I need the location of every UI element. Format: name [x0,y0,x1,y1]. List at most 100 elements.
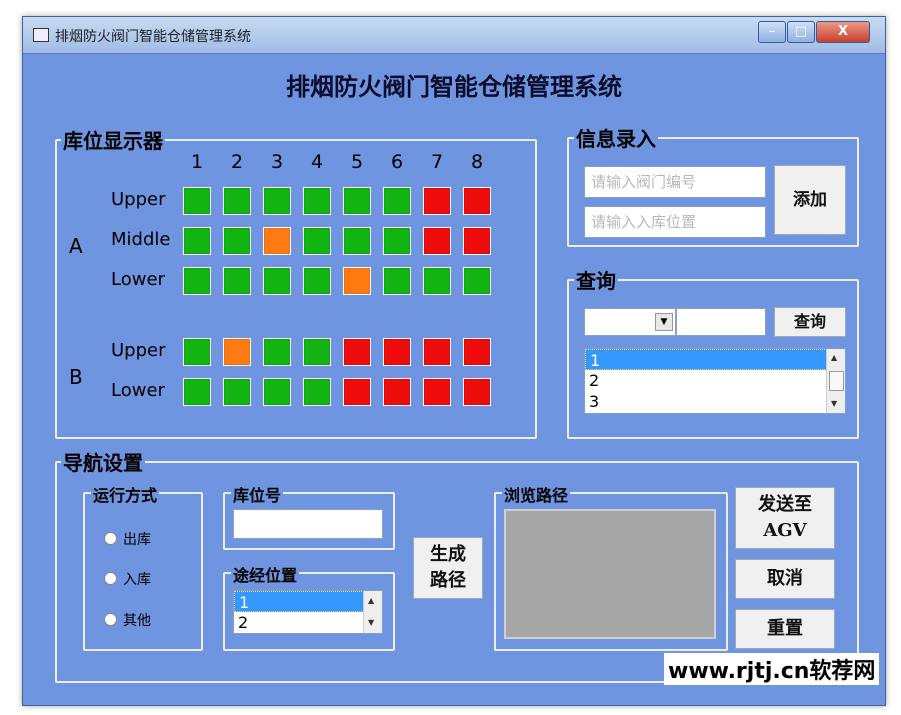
column-number: 3 [270,151,284,173]
scroll-thumb[interactable] [829,371,844,391]
storage-slot-B-upper-7[interactable] [423,338,451,366]
column-number: 1 [190,151,204,173]
storage-slot-A-middle-5[interactable] [343,227,371,255]
app-icon [33,28,49,42]
storage-slot-A-lower-8[interactable] [463,267,491,295]
waypoints-scrollbar[interactable]: ▲ ▼ [363,591,382,633]
scroll-down-icon[interactable]: ▼ [831,399,837,408]
reset-button[interactable]: 重置 [735,609,835,649]
row-label: Upper [111,189,166,210]
send-to-agv-line2: AGV [763,520,807,541]
storage-slot-A-upper-6[interactable] [383,187,411,215]
watermark: www.rjtj.cn软荐网 [664,653,880,685]
storage-slot-A-lower-7[interactable] [423,267,451,295]
minimize-button[interactable]: – [758,21,786,43]
storage-slot-A-middle-3[interactable] [263,227,291,255]
scroll-down-icon[interactable]: ▼ [368,618,374,627]
storage-slot-B-lower-4[interactable] [303,378,331,406]
radio-other-label: 其他 [123,613,151,629]
add-button[interactable]: 添加 [774,165,846,235]
slot-number-input[interactable] [233,509,383,539]
location-input[interactable]: 请输入入库位置 [584,206,766,238]
cancel-button[interactable]: 取消 [735,559,835,599]
storage-slot-A-middle-8[interactable] [463,227,491,255]
column-number: 7 [430,151,444,173]
path-preview-panel [504,509,716,639]
storage-slot-B-lower-2[interactable] [223,378,251,406]
storage-slot-A-upper-2[interactable] [223,187,251,215]
storage-slot-A-upper-5[interactable] [343,187,371,215]
row-label: Lower [111,380,165,401]
storage-slot-B-lower-7[interactable] [423,378,451,406]
storage-slot-B-upper-1[interactable] [183,338,211,366]
scroll-up-icon[interactable]: ▲ [368,596,374,605]
storage-slot-A-lower-3[interactable] [263,267,291,295]
storage-slot-B-upper-2[interactable] [223,338,251,366]
run-mode-label: 运行方式 [91,482,160,506]
storage-slot-A-middle-7[interactable] [423,227,451,255]
title-bar: 排烟防火阀门智能仓储管理系统 – □ X [23,17,885,54]
maximize-button[interactable]: □ [787,21,815,43]
column-number: 4 [310,151,324,173]
storage-slot-B-lower-8[interactable] [463,378,491,406]
query-button[interactable]: 查询 [774,307,846,337]
row-label: Lower [111,269,165,290]
storage-slot-A-middle-6[interactable] [383,227,411,255]
scroll-up-icon[interactable]: ▲ [831,353,837,362]
waypoints-list[interactable]: 1 2 ▲ ▼ [233,590,383,634]
storage-slot-B-lower-5[interactable] [343,378,371,406]
storage-slot-B-upper-6[interactable] [383,338,411,366]
storage-slot-B-upper-4[interactable] [303,338,331,366]
radio-outbound[interactable] [104,532,117,545]
storage-slot-A-upper-1[interactable] [183,187,211,215]
storage-slot-A-upper-7[interactable] [423,187,451,215]
storage-slot-A-lower-2[interactable] [223,267,251,295]
list-item[interactable]: 3 [585,391,845,412]
send-to-agv-line1: 发送至 [758,494,812,515]
storage-slot-A-middle-4[interactable] [303,227,331,255]
storage-slot-B-lower-6[interactable] [383,378,411,406]
storage-slot-B-upper-8[interactable] [463,338,491,366]
storage-slot-B-lower-1[interactable] [183,378,211,406]
query-combobox[interactable]: ▼ [584,308,676,336]
list-item[interactable]: 1 [585,349,845,370]
radio-other[interactable] [104,613,117,626]
list-item[interactable]: 2 [585,370,845,391]
radio-inbound-label: 入库 [123,572,151,588]
column-number: 5 [350,151,364,173]
generate-path-line2: 路径 [430,570,466,591]
app-window: 排烟防火阀门智能仓储管理系统 – □ X 排烟防火阀门智能仓储管理系统 库位显示… [22,16,886,706]
zone-label: A [69,234,83,258]
storage-slot-A-lower-6[interactable] [383,267,411,295]
query-results-list[interactable]: 1 2 3 ▲ ▼ [584,348,846,414]
storage-slot-B-upper-5[interactable] [343,338,371,366]
send-to-agv-button[interactable]: 发送至 AGV [735,487,835,549]
storage-slot-A-upper-8[interactable] [463,187,491,215]
navigation-label: 导航设置 [61,447,145,476]
storage-slot-A-lower-5[interactable] [343,267,371,295]
list-scrollbar[interactable]: ▲ ▼ [826,349,845,413]
query-text-input[interactable] [676,308,766,336]
storage-slot-A-middle-2[interactable] [223,227,251,255]
storage-slot-A-upper-4[interactable] [303,187,331,215]
list-item[interactable]: 2 [234,612,382,633]
column-number: 8 [470,151,484,173]
dropdown-arrow-icon[interactable]: ▼ [655,313,673,331]
waypoints-label: 途经位置 [231,562,300,586]
info-entry-label: 信息录入 [574,123,658,152]
storage-slot-A-lower-1[interactable] [183,267,211,295]
radio-inbound[interactable] [104,572,117,585]
valve-number-input[interactable]: 请输入阀门编号 [584,166,766,198]
query-label: 查询 [574,265,618,294]
close-button[interactable]: X [816,21,870,43]
storage-slot-A-lower-4[interactable] [303,267,331,295]
list-item[interactable]: 1 [234,591,382,612]
generate-path-button[interactable]: 生成 路径 [413,537,483,599]
storage-display-label: 库位显示器 [61,125,165,154]
storage-slot-B-upper-3[interactable] [263,338,291,366]
storage-slot-A-middle-1[interactable] [183,227,211,255]
storage-slot-A-upper-3[interactable] [263,187,291,215]
zone-label: B [69,365,83,389]
row-label: Upper [111,340,166,361]
storage-slot-B-lower-3[interactable] [263,378,291,406]
